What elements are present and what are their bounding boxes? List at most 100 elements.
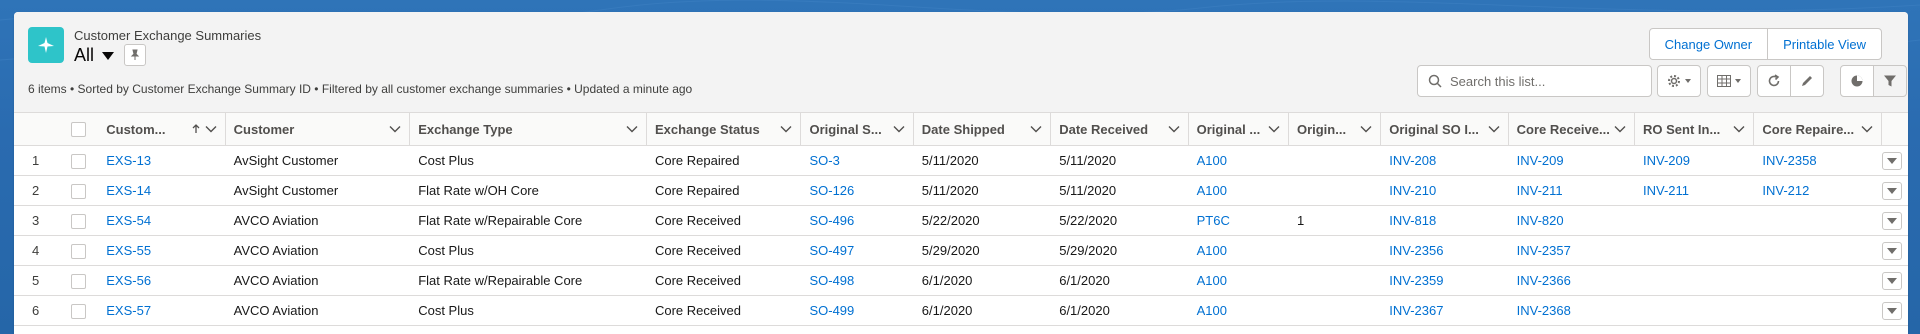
record-link[interactable]: INV-818 <box>1389 213 1436 228</box>
row-actions-button[interactable] <box>1881 301 1902 320</box>
record-link[interactable]: INV-2366 <box>1517 273 1571 288</box>
record-link[interactable]: INV-211 <box>1643 183 1689 198</box>
record-link[interactable]: INV-210 <box>1389 183 1436 198</box>
refresh-button[interactable] <box>1757 65 1791 97</box>
record-link[interactable]: INV-212 <box>1762 183 1809 198</box>
row-checkbox[interactable] <box>70 213 86 229</box>
cell-text: AVCO Aviation <box>233 303 319 318</box>
record-link[interactable]: A100 <box>1197 153 1227 168</box>
chevron-down-icon[interactable] <box>1861 125 1873 133</box>
record-link[interactable]: INV-209 <box>1517 153 1564 168</box>
column-header[interactable]: Custom... <box>98 113 226 146</box>
row-checkbox[interactable] <box>70 273 86 289</box>
column-header[interactable]: Original ... <box>1188 113 1289 146</box>
chevron-down-icon[interactable] <box>1488 125 1500 133</box>
chevron-down-icon[interactable] <box>1733 125 1745 133</box>
record-link[interactable]: EXS-55 <box>106 243 151 258</box>
row-checkbox[interactable] <box>70 303 86 319</box>
record-link[interactable]: EXS-54 <box>106 213 151 228</box>
edit-button[interactable] <box>1790 65 1824 97</box>
chevron-down-icon[interactable] <box>102 52 115 60</box>
record-link[interactable]: EXS-57 <box>106 303 151 318</box>
column-header-label: Original ... <box>1196 121 1261 137</box>
column-header[interactable]: Exchange Type <box>410 113 647 146</box>
cell-text: Cost Plus <box>418 243 474 258</box>
column-header[interactable]: Origin... <box>1288 113 1382 146</box>
cell-text: 1 <box>32 153 40 168</box>
cell-inv4: INV-2358 <box>1754 145 1882 176</box>
column-header-label: Exchange Type <box>418 121 513 137</box>
record-link[interactable]: INV-2358 <box>1762 153 1816 168</box>
record-link[interactable]: INV-2357 <box>1517 243 1571 258</box>
chevron-down-icon[interactable] <box>626 125 638 133</box>
chevron-down-icon[interactable] <box>893 125 905 133</box>
record-link[interactable]: PT6C <box>1197 213 1230 228</box>
chevron-down-icon[interactable] <box>205 125 217 133</box>
pin-button[interactable] <box>124 44 147 66</box>
row-checkbox[interactable] <box>70 153 86 169</box>
chevron-down-icon[interactable] <box>780 125 792 133</box>
record-link[interactable]: SO-496 <box>809 213 854 228</box>
record-link[interactable]: INV-2367 <box>1389 303 1443 318</box>
chevron-down-icon[interactable] <box>1614 125 1626 133</box>
chevron-down-icon[interactable] <box>1168 125 1180 133</box>
record-link[interactable]: EXS-14 <box>106 183 151 198</box>
record-link[interactable]: A100 <box>1197 303 1227 318</box>
record-link[interactable]: A100 <box>1197 243 1227 258</box>
row-actions-button[interactable] <box>1881 241 1902 260</box>
column-header[interactable]: Customer <box>225 113 411 146</box>
record-link[interactable]: INV-2368 <box>1517 303 1571 318</box>
chart-button[interactable] <box>1840 65 1874 97</box>
record-link[interactable]: INV-209 <box>1643 153 1690 168</box>
column-header[interactable]: Date Received <box>1051 113 1189 146</box>
column-header-label: Origin... <box>1296 121 1347 137</box>
record-link[interactable]: SO-498 <box>809 273 854 288</box>
list-settings-button[interactable] <box>1657 65 1701 97</box>
column-header-label: RO Sent In... <box>1643 121 1721 137</box>
display-as-button[interactable] <box>1707 65 1751 97</box>
record-link[interactable]: A100 <box>1197 273 1227 288</box>
record-link[interactable]: SO-126 <box>809 183 854 198</box>
record-link[interactable]: INV-208 <box>1389 153 1436 168</box>
cell-text: Core Received <box>654 303 741 318</box>
chevron-down-icon[interactable] <box>389 125 401 133</box>
record-link[interactable]: SO-3 <box>809 153 839 168</box>
search-input[interactable] <box>1448 72 1642 90</box>
filter-button[interactable] <box>1873 65 1907 97</box>
row-checkbox[interactable] <box>70 183 86 199</box>
row-actions-button[interactable] <box>1881 151 1902 170</box>
column-header[interactable]: Exchange Status <box>646 113 802 146</box>
cell-inv3 <box>1635 295 1755 326</box>
printable-view-button[interactable]: Printable View <box>1767 29 1881 59</box>
record-link[interactable]: INV-2359 <box>1389 273 1443 288</box>
record-link[interactable]: A100 <box>1197 183 1227 198</box>
column-header[interactable]: Core Receive... <box>1508 113 1636 146</box>
column-header[interactable]: Original S... <box>801 113 914 146</box>
row-checkbox[interactable] <box>70 243 86 259</box>
record-link[interactable]: EXS-13 <box>106 153 151 168</box>
list-view-switcher[interactable]: All <box>74 44 147 66</box>
cell-so: SO-126 <box>801 175 914 206</box>
record-link[interactable]: INV-2356 <box>1389 243 1443 258</box>
list-view-title[interactable]: All <box>74 45 94 66</box>
table-row: 1 EXS-13 AvSight Customer Cost Plus Core Rep… <box>14 145 1908 176</box>
cell-customer: AvSight Customer <box>225 145 411 176</box>
row-actions-button[interactable] <box>1881 181 1902 200</box>
column-header[interactable]: Core Repaire... <box>1754 113 1882 146</box>
change-owner-button[interactable]: Change Owner <box>1650 29 1767 59</box>
record-link[interactable]: INV-211 <box>1517 183 1563 198</box>
record-link[interactable]: SO-497 <box>809 243 854 258</box>
select-all-checkbox[interactable] <box>70 121 86 137</box>
record-link[interactable]: SO-499 <box>809 303 854 318</box>
chevron-down-icon[interactable] <box>1268 125 1280 133</box>
row-actions-button[interactable] <box>1881 271 1902 290</box>
record-link[interactable]: INV-820 <box>1517 213 1564 228</box>
row-actions-button[interactable] <box>1881 211 1902 230</box>
cell-text: 5/29/2020 <box>921 243 980 258</box>
column-header[interactable]: Date Shipped <box>913 113 1052 146</box>
record-link[interactable]: EXS-56 <box>106 273 151 288</box>
chevron-down-icon[interactable] <box>1360 125 1372 133</box>
column-header[interactable]: Original SO I... <box>1381 113 1509 146</box>
column-header[interactable]: RO Sent In... <box>1635 113 1755 146</box>
chevron-down-icon[interactable] <box>1030 125 1042 133</box>
